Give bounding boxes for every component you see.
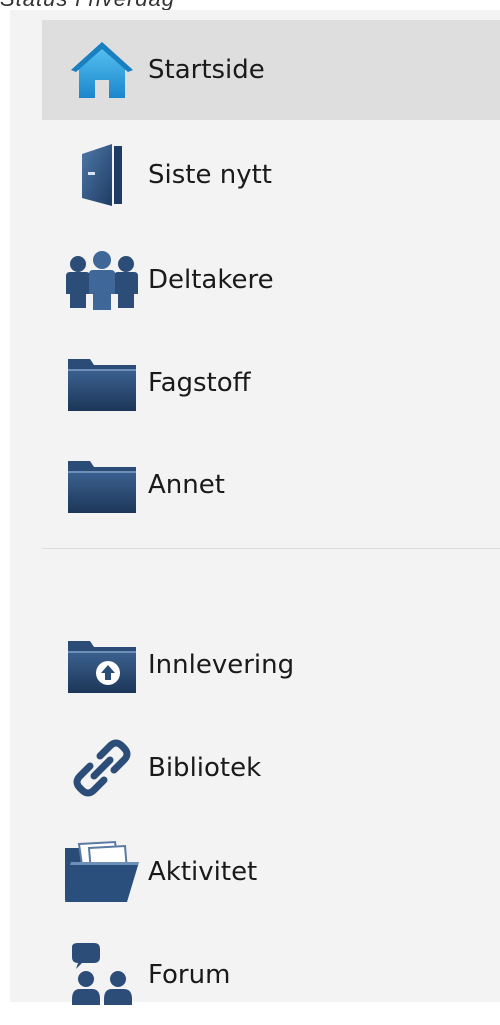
upload-folder-icon — [62, 630, 142, 700]
nav-item-bibliotek[interactable]: Bibliotek — [42, 718, 500, 818]
forum-icon — [62, 940, 142, 1010]
nav-item-label: Bibliotek — [148, 753, 262, 783]
people-icon — [62, 245, 142, 315]
nav-item-label: Siste nytt — [148, 160, 272, 190]
nav-item-label: Fagstoff — [148, 368, 251, 398]
nav-divider — [42, 548, 500, 549]
nav-item-innlevering[interactable]: Innlevering — [42, 615, 500, 715]
open-folder-icon — [62, 837, 142, 907]
nav-item-label: Startside — [148, 55, 265, 85]
nav-item-label: Deltakere — [148, 265, 274, 295]
door-icon — [62, 140, 142, 210]
nav-item-forum[interactable]: Forum — [42, 925, 500, 1025]
nav-item-annet[interactable]: Annet — [42, 435, 500, 535]
nav-item-label: Forum — [148, 960, 231, 990]
nav-item-fagstoff[interactable]: Fagstoff — [42, 333, 500, 433]
nav-item-label: Innlevering — [148, 650, 295, 680]
folder-icon — [62, 348, 142, 418]
link-icon — [62, 733, 142, 803]
page-caption: Status i hverdag — [0, 0, 320, 11]
course-navigation: Startside Siste nytt Deltakere Fagstoff … — [10, 10, 500, 1005]
home-icon — [62, 35, 142, 105]
nav-item-aktivitet[interactable]: Aktivitet — [42, 822, 500, 922]
nav-item-label: Aktivitet — [148, 857, 258, 887]
nav-item-deltakere[interactable]: Deltakere — [42, 230, 500, 330]
nav-item-startside[interactable]: Startside — [42, 20, 500, 120]
nav-item-siste-nytt[interactable]: Siste nytt — [42, 125, 500, 225]
folder-icon — [62, 450, 142, 520]
nav-item-label: Annet — [148, 470, 225, 500]
